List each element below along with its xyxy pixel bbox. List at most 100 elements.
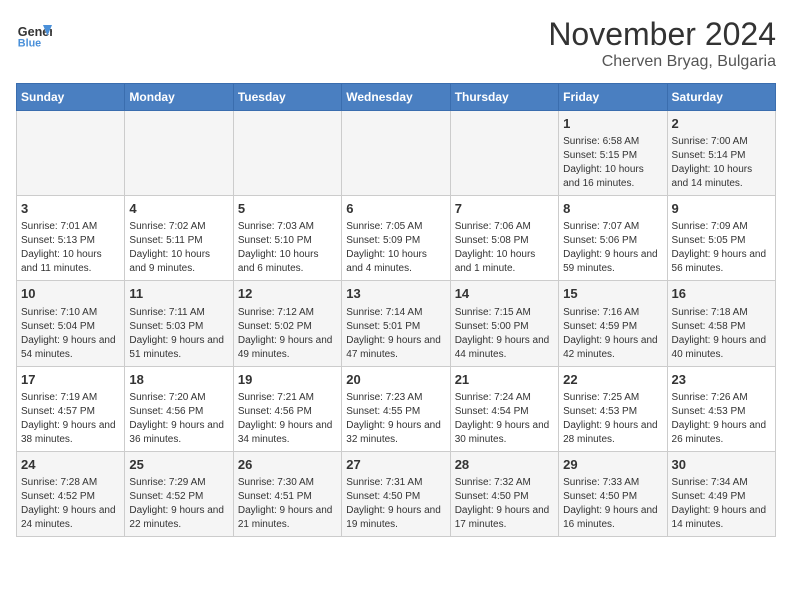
calendar-cell: 17 Sunrise: 7:19 AM Sunset: 4:57 PM Dayli…	[17, 366, 125, 451]
calendar-cell	[233, 111, 341, 196]
day-number: 15	[563, 285, 662, 303]
day-number: 8	[563, 200, 662, 218]
logo-icon: General Blue	[16, 16, 52, 52]
calendar-cell: 10Sunrise: 7:10 AM Sunset: 5:04 PM Dayli…	[17, 281, 125, 366]
weekday-header-thursday: Thursday	[450, 84, 558, 111]
day-info: Sunrise: 7:15 AM Sunset: 5:00 PM Dayligh…	[455, 306, 554, 362]
day-number: 14	[455, 285, 554, 303]
calendar-cell	[450, 111, 558, 196]
day-info: Sunrise: 6:58 AM Sunset: 5:15 PM Dayligh…	[563, 135, 662, 191]
day-info: Sunrise: 7:07 AM Sunset: 5:06 PM Dayligh…	[563, 220, 662, 276]
calendar-cell	[125, 111, 233, 196]
calendar-cell: 11Sunrise: 7:11 AM Sunset: 5:03 PM Dayli…	[125, 281, 233, 366]
day-number: 27	[346, 456, 445, 474]
day-number: 13	[346, 285, 445, 303]
day-info: Sunrise: 7:03 AM Sunset: 5:10 PM Dayligh…	[238, 220, 337, 276]
day-number: 21	[455, 371, 554, 389]
day-info: Sunrise: 7:26 AM Sunset: 4:53 PM Dayligh…	[672, 391, 771, 447]
calendar-cell: 13 Sunrise: 7:14 AM Sunset: 5:01 PM Dayli…	[342, 281, 450, 366]
weekday-header-saturday: Saturday	[667, 84, 775, 111]
weekday-header-monday: Monday	[125, 84, 233, 111]
day-info: Sunrise: 7:34 AM Sunset: 4:49 PM Dayligh…	[672, 476, 771, 532]
day-number: 7	[455, 200, 554, 218]
calendar-cell: 29 Sunrise: 7:33 AM Sunset: 4:50 PM Dayli…	[559, 451, 667, 536]
day-number: 16	[672, 285, 771, 303]
month-title: November 2024	[548, 16, 776, 53]
day-info: Sunrise: 7:12 AM Sunset: 5:02 PM Dayligh…	[238, 306, 337, 362]
day-info: Sunrise: 7:24 AM Sunset: 4:54 PM Dayligh…	[455, 391, 554, 447]
day-number: 4	[129, 200, 228, 218]
calendar-cell: 9 Sunrise: 7:09 AM Sunset: 5:05 PM Daylig…	[667, 196, 775, 281]
calendar-cell: 23 Sunrise: 7:26 AM Sunset: 4:53 PM Dayli…	[667, 366, 775, 451]
logo: General Blue	[16, 16, 52, 52]
weekday-header-friday: Friday	[559, 84, 667, 111]
day-info: Sunrise: 7:28 AM Sunset: 4:52 PM Dayligh…	[21, 476, 120, 532]
calendar-cell: 5Sunrise: 7:03 AM Sunset: 5:10 PM Daylig…	[233, 196, 341, 281]
calendar-cell: 2 Sunrise: 7:00 AM Sunset: 5:14 PM Daylig…	[667, 111, 775, 196]
day-info: Sunrise: 7:23 AM Sunset: 4:55 PM Dayligh…	[346, 391, 445, 447]
day-info: Sunrise: 7:32 AM Sunset: 4:50 PM Dayligh…	[455, 476, 554, 532]
day-info: Sunrise: 7:14 AM Sunset: 5:01 PM Dayligh…	[346, 306, 445, 362]
calendar-cell: 24 Sunrise: 7:28 AM Sunset: 4:52 PM Dayli…	[17, 451, 125, 536]
calendar-cell: 7 Sunrise: 7:06 AM Sunset: 5:08 PM Daylig…	[450, 196, 558, 281]
day-number: 19	[238, 371, 337, 389]
calendar-cell: 1 Sunrise: 6:58 AM Sunset: 5:15 PM Daylig…	[559, 111, 667, 196]
weekday-header-wednesday: Wednesday	[342, 84, 450, 111]
calendar-cell: 18 Sunrise: 7:20 AM Sunset: 4:56 PM Dayli…	[125, 366, 233, 451]
svg-text:Blue: Blue	[18, 38, 41, 50]
calendar-cell: 25 Sunrise: 7:29 AM Sunset: 4:52 PM Dayli…	[125, 451, 233, 536]
day-info: Sunrise: 7:01 AM Sunset: 5:13 PM Dayligh…	[21, 220, 120, 276]
day-info: Sunrise: 7:25 AM Sunset: 4:53 PM Dayligh…	[563, 391, 662, 447]
day-info: Sunrise: 7:05 AM Sunset: 5:09 PM Dayligh…	[346, 220, 445, 276]
day-number: 25	[129, 456, 228, 474]
day-info: Sunrise: 7:00 AM Sunset: 5:14 PM Dayligh…	[672, 135, 771, 191]
day-info: Sunrise: 7:31 AM Sunset: 4:50 PM Dayligh…	[346, 476, 445, 532]
day-number: 24	[21, 456, 120, 474]
calendar-cell: 3 Sunrise: 7:01 AM Sunset: 5:13 PM Daylig…	[17, 196, 125, 281]
calendar-cell: 20Sunrise: 7:23 AM Sunset: 4:55 PM Dayli…	[342, 366, 450, 451]
calendar-cell: 27 Sunrise: 7:31 AM Sunset: 4:50 PM Dayli…	[342, 451, 450, 536]
calendar-table: SundayMondayTuesdayWednesdayThursdayFrid…	[16, 83, 776, 537]
day-info: Sunrise: 7:19 AM Sunset: 4:57 PM Dayligh…	[21, 391, 120, 447]
day-info: Sunrise: 7:33 AM Sunset: 4:50 PM Dayligh…	[563, 476, 662, 532]
day-info: Sunrise: 7:10 AM Sunset: 5:04 PM Dayligh…	[21, 306, 120, 362]
day-info: Sunrise: 7:29 AM Sunset: 4:52 PM Dayligh…	[129, 476, 228, 532]
weekday-header-tuesday: Tuesday	[233, 84, 341, 111]
day-number: 18	[129, 371, 228, 389]
day-number: 17	[21, 371, 120, 389]
day-info: Sunrise: 7:18 AM Sunset: 4:58 PM Dayligh…	[672, 306, 771, 362]
day-info: Sunrise: 7:21 AM Sunset: 4:56 PM Dayligh…	[238, 391, 337, 447]
calendar-cell: 15Sunrise: 7:16 AM Sunset: 4:59 PM Dayli…	[559, 281, 667, 366]
day-info: Sunrise: 7:20 AM Sunset: 4:56 PM Dayligh…	[129, 391, 228, 447]
day-number: 1	[563, 115, 662, 133]
calendar-cell: 8 Sunrise: 7:07 AM Sunset: 5:06 PM Daylig…	[559, 196, 667, 281]
day-number: 6	[346, 200, 445, 218]
day-info: Sunrise: 7:06 AM Sunset: 5:08 PM Dayligh…	[455, 220, 554, 276]
calendar-cell	[342, 111, 450, 196]
title-block: November 2024 Cherven Bryag, Bulgaria	[548, 16, 776, 71]
location: Cherven Bryag, Bulgaria	[548, 53, 776, 71]
day-info: Sunrise: 7:30 AM Sunset: 4:51 PM Dayligh…	[238, 476, 337, 532]
day-number: 23	[672, 371, 771, 389]
calendar-cell: 6 Sunrise: 7:05 AM Sunset: 5:09 PM Daylig…	[342, 196, 450, 281]
day-number: 3	[21, 200, 120, 218]
calendar-cell: 26 Sunrise: 7:30 AM Sunset: 4:51 PM Dayli…	[233, 451, 341, 536]
day-number: 30	[672, 456, 771, 474]
calendar-cell: 21 Sunrise: 7:24 AM Sunset: 4:54 PM Dayli…	[450, 366, 558, 451]
day-number: 26	[238, 456, 337, 474]
calendar-cell: 28 Sunrise: 7:32 AM Sunset: 4:50 PM Dayli…	[450, 451, 558, 536]
day-info: Sunrise: 7:02 AM Sunset: 5:11 PM Dayligh…	[129, 220, 228, 276]
day-info: Sunrise: 7:09 AM Sunset: 5:05 PM Dayligh…	[672, 220, 771, 276]
calendar-cell: 22 Sunrise: 7:25 AM Sunset: 4:53 PM Dayli…	[559, 366, 667, 451]
day-number: 29	[563, 456, 662, 474]
day-number: 22	[563, 371, 662, 389]
day-number: 9	[672, 200, 771, 218]
day-number: 2	[672, 115, 771, 133]
day-number: 28	[455, 456, 554, 474]
day-number: 12	[238, 285, 337, 303]
calendar-cell: 30 Sunrise: 7:34 AM Sunset: 4:49 PM Dayli…	[667, 451, 775, 536]
weekday-header-sunday: Sunday	[17, 84, 125, 111]
day-info: Sunrise: 7:11 AM Sunset: 5:03 PM Dayligh…	[129, 306, 228, 362]
calendar-cell: 4 Sunrise: 7:02 AM Sunset: 5:11 PM Daylig…	[125, 196, 233, 281]
calendar-cell: 14 Sunrise: 7:15 AM Sunset: 5:00 PM Dayli…	[450, 281, 558, 366]
